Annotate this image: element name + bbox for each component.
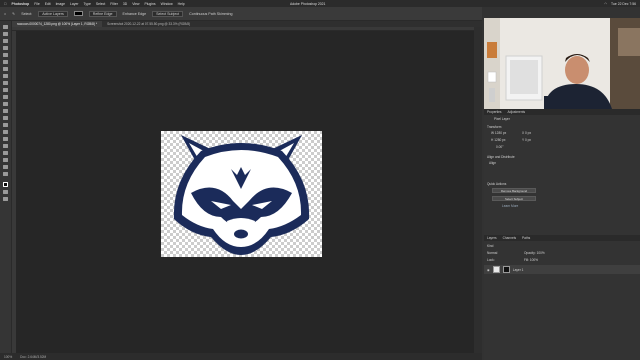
enhance-edge-checkbox[interactable]: Enhance Edge xyxy=(123,12,147,16)
blur-tool-icon[interactable] xyxy=(3,116,8,120)
menu-image[interactable]: Image xyxy=(56,2,65,6)
width-field[interactable]: W 1280 px xyxy=(491,131,506,135)
quick-select-tool-icon[interactable] xyxy=(3,46,8,50)
quick-actions-header[interactable]: Quick Actions xyxy=(487,182,506,186)
select-subject-quick-button[interactable]: Select Subject xyxy=(492,196,536,201)
tab-adjustments[interactable]: Adjustments xyxy=(508,110,526,114)
menu-plugins[interactable]: Plugins xyxy=(144,2,155,6)
more-tools-icon[interactable] xyxy=(3,172,8,176)
wifi-icon[interactable]: ◠ xyxy=(604,2,607,6)
layer-row[interactable]: ◉ Layer 1 xyxy=(484,265,640,274)
apple-icon[interactable]:  xyxy=(4,2,7,6)
height-field[interactable]: H 1280 px xyxy=(491,138,506,142)
zoom-level[interactable]: 100% xyxy=(4,355,12,359)
status-bar: 100% Doc: 2.64M/3.52M xyxy=(0,353,482,360)
history-brush-tool-icon[interactable] xyxy=(3,95,8,99)
layer-mask-thumbnail[interactable] xyxy=(502,266,510,273)
transform-header[interactable]: Transform xyxy=(487,125,501,129)
hand-tool-icon[interactable] xyxy=(3,158,8,162)
learn-more-link[interactable]: Learn More xyxy=(502,204,518,208)
refine-edge-button[interactable]: Refine Edge xyxy=(88,10,117,17)
marquee-tool-icon[interactable] xyxy=(3,32,8,36)
menu-select[interactable]: Select xyxy=(96,2,105,6)
frame-tool-icon[interactable] xyxy=(3,60,8,64)
menu-app[interactable]: Photoshop xyxy=(12,2,30,6)
blend-mode[interactable]: Normal xyxy=(487,251,497,255)
remove-background-button[interactable]: Remove Background xyxy=(492,188,536,193)
move-tool-icon[interactable] xyxy=(3,25,8,29)
lasso-tool-icon[interactable] xyxy=(3,39,8,43)
layer-name[interactable]: Layer 1 xyxy=(513,268,524,272)
gradient-tool-icon[interactable] xyxy=(3,109,8,113)
pixel-layer-label: Pixel Layer xyxy=(494,117,510,121)
webcam-image xyxy=(484,18,640,109)
menu-filter[interactable]: Filter xyxy=(110,2,118,6)
eraser-tool-icon[interactable] xyxy=(3,102,8,106)
kind-filter[interactable]: Kind xyxy=(487,244,493,248)
menu-window[interactable]: Window xyxy=(161,2,173,6)
select-subject-button[interactable]: Select Subject xyxy=(152,10,184,17)
y-field[interactable]: Y 0 px xyxy=(522,138,531,142)
doc-size: Doc: 2.64M/3.52M xyxy=(20,354,47,359)
tab-channels[interactable]: Channels xyxy=(503,236,516,240)
continuous-checkbox[interactable]: Continuous Path Skimming xyxy=(189,12,232,16)
x-field[interactable]: X 0 px xyxy=(522,131,531,135)
clock[interactable]: Tue 22 Dec 7:56 xyxy=(611,2,636,6)
layers-panel: Kind Normal Opacity: 100% Lock: Fill: 10… xyxy=(484,241,640,360)
menubar:  Photoshop File Edit Image Layer Type S… xyxy=(0,0,640,7)
tab-paths[interactable]: Paths xyxy=(522,236,530,240)
quick-mask-icon[interactable] xyxy=(3,190,8,194)
select-label: Select: xyxy=(21,11,33,16)
menu-3d[interactable]: 3D xyxy=(123,2,127,6)
eyedropper-tool-icon[interactable] xyxy=(3,67,8,71)
tools-panel xyxy=(0,21,12,353)
quick-select-icon[interactable]: ✎ xyxy=(12,12,15,16)
menu-type[interactable]: Type xyxy=(84,2,91,6)
webcam-overlay xyxy=(484,18,640,109)
raccoon-logo xyxy=(173,135,310,255)
tab-properties[interactable]: Properties xyxy=(487,110,502,114)
healing-tool-icon[interactable] xyxy=(3,74,8,78)
type-tool-icon[interactable] xyxy=(3,137,8,141)
document-canvas[interactable] xyxy=(161,131,322,257)
select-dropdown[interactable]: Active Layers xyxy=(38,10,68,17)
pen-tool-icon[interactable] xyxy=(3,130,8,134)
window-title: Adobe Photoshop 2021 xyxy=(290,1,326,6)
menu-edit[interactable]: Edit xyxy=(45,2,51,6)
foreground-color-swatch[interactable] xyxy=(3,182,8,187)
tab-layers[interactable]: Layers xyxy=(487,236,497,240)
brush-tool-icon[interactable] xyxy=(3,81,8,85)
color-swatch[interactable] xyxy=(73,11,83,16)
fill-field[interactable]: Fill: 100% xyxy=(524,258,538,262)
opacity-field[interactable]: Opacity: 100% xyxy=(524,251,545,255)
home-icon[interactable]: ⌂ xyxy=(4,12,6,16)
lock-label: Lock: xyxy=(487,258,495,262)
stamp-tool-icon[interactable] xyxy=(3,88,8,92)
properties-panel: Pixel Layer Transform W 1280 px X 0 px H… xyxy=(484,115,640,235)
visibility-eye-icon[interactable]: ◉ xyxy=(487,268,490,272)
align-header[interactable]: Align and Distribute xyxy=(487,155,515,159)
align-label: Align xyxy=(489,161,497,165)
crop-tool-icon[interactable] xyxy=(3,53,8,57)
menu-file[interactable]: File xyxy=(34,2,39,6)
shape-tool-icon[interactable] xyxy=(3,151,8,155)
menu-layer[interactable]: Layer xyxy=(70,2,78,6)
zoom-tool-icon[interactable] xyxy=(3,165,8,169)
options-bar: ⌂ ✎ Select: Active Layers Refine Edge En… xyxy=(0,7,482,21)
vertical-scrollbar[interactable] xyxy=(474,27,482,353)
layer-thumbnail xyxy=(492,266,500,273)
path-select-tool-icon[interactable] xyxy=(3,144,8,148)
menu-view[interactable]: View xyxy=(132,2,139,6)
dodge-tool-icon[interactable] xyxy=(3,123,8,127)
screen-mode-icon[interactable] xyxy=(3,197,8,201)
menu-help[interactable]: Help xyxy=(178,2,185,6)
angle-field[interactable]: 0.00° xyxy=(496,145,503,149)
